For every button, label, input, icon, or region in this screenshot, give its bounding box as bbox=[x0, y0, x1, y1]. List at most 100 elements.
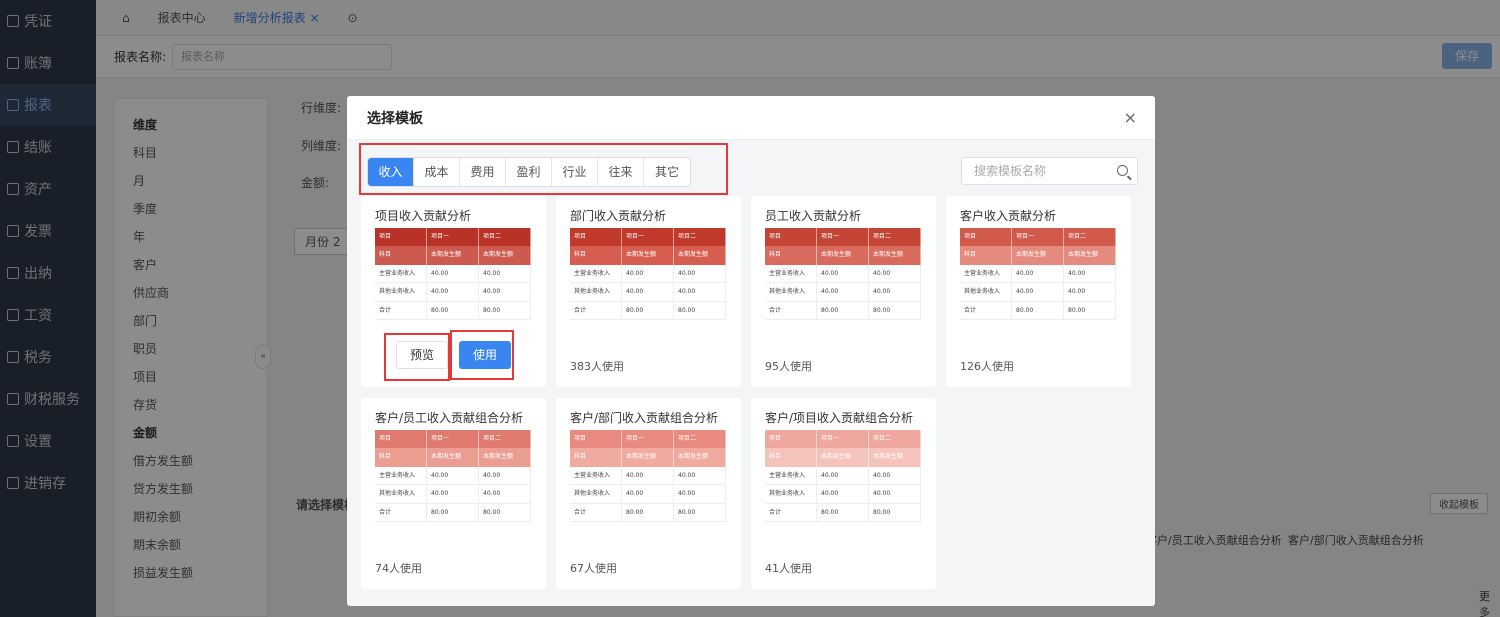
thumb-row: 科目 本期发生额 本期发生额 bbox=[570, 448, 726, 467]
thumb-cell: 科目 bbox=[570, 448, 622, 467]
thumb-row: 其他业务收入 40.00 40.00 bbox=[375, 283, 531, 302]
thumb-cell: 80.00 bbox=[1064, 301, 1116, 320]
thumb-cell: 其他业务收入 bbox=[570, 485, 622, 504]
thumb-cell: 40.00 bbox=[427, 283, 479, 302]
thumb-cell: 40.00 bbox=[1064, 283, 1116, 302]
thumb-cell: 80.00 bbox=[674, 503, 726, 522]
template-title: 项目收入贡献分析 bbox=[375, 209, 472, 223]
thumb-row: 其他业务收入 40.00 40.00 bbox=[960, 283, 1116, 302]
thumb-row: 科目 本期发生额 本期发生额 bbox=[570, 246, 726, 265]
search-placeholder: 搜索模板名称 bbox=[974, 164, 1047, 178]
modal-header: 选择模板 × bbox=[347, 96, 1155, 140]
thumb-cell: 主营业务收入 bbox=[570, 264, 622, 284]
thumb-row: 合计 80.00 80.00 bbox=[765, 503, 921, 522]
thumb-cell: 本期发生额 bbox=[1012, 246, 1064, 265]
thumb-cell: 合计 bbox=[375, 301, 427, 320]
template-card[interactable]: 客户/员工收入贡献组合分析 项目 项目一 项目二 科目 本期发生额 本期发生额 主营业务收入 4… bbox=[361, 398, 546, 589]
close-icon[interactable]: × bbox=[1124, 108, 1137, 127]
template-thumbnail: 项目 项目一 项目二 科目 本期发生额 本期发生额 主营业务收入 40.00 40.00 其他业务… bbox=[375, 228, 531, 320]
thumb-cell: 项目二 bbox=[1064, 228, 1116, 247]
thumb-row: 合计 80.00 80.00 bbox=[375, 503, 531, 522]
thumb-cell: 主营业务收入 bbox=[375, 264, 427, 284]
thumb-cell: 主营业务收入 bbox=[960, 264, 1012, 284]
thumb-cell: 项目一 bbox=[427, 430, 479, 449]
thumb-cell: 40.00 bbox=[674, 283, 726, 302]
thumb-cell: 项目二 bbox=[674, 228, 726, 247]
thumb-cell: 项目二 bbox=[479, 228, 531, 247]
thumb-cell: 40.00 bbox=[622, 485, 674, 504]
template-card[interactable]: 员工收入贡献分析 项目 项目一 项目二 科目 本期发生额 本期发生额 主营业务收入 40.00 4… bbox=[751, 196, 936, 387]
thumb-cell: 项目一 bbox=[817, 228, 869, 247]
thumb-cell: 项目二 bbox=[674, 430, 726, 449]
template-card[interactable]: 部门收入贡献分析 项目 项目一 项目二 科目 本期发生额 本期发生额 主营业务收入 40.00 4… bbox=[556, 196, 741, 387]
thumb-cell: 科目 bbox=[960, 246, 1012, 265]
thumb-cell: 40.00 bbox=[1064, 264, 1116, 284]
thumb-cell: 40.00 bbox=[674, 485, 726, 504]
usage-count: 383人使用 bbox=[570, 360, 624, 373]
thumb-cell: 本期发生额 bbox=[869, 246, 921, 265]
thumb-cell: 主营业务收入 bbox=[570, 466, 622, 486]
thumb-cell: 项目一 bbox=[817, 430, 869, 449]
thumb-row: 合计 80.00 80.00 bbox=[960, 301, 1116, 320]
usage-count: 41人使用 bbox=[765, 562, 812, 575]
thumb-row: 合计 80.00 80.00 bbox=[570, 503, 726, 522]
thumb-cell: 项目一 bbox=[622, 430, 674, 449]
template-thumbnail: 项目 项目一 项目二 科目 本期发生额 本期发生额 主营业务收入 40.00 40.00 其他业务… bbox=[960, 228, 1116, 320]
thumb-cell: 40.00 bbox=[674, 466, 726, 486]
thumb-cell: 项目 bbox=[765, 228, 817, 247]
thumb-cell: 80.00 bbox=[674, 301, 726, 320]
template-card[interactable]: 客户/部门收入贡献组合分析 项目 项目一 项目二 科目 本期发生额 本期发生额 主营业务收入 4… bbox=[556, 398, 741, 589]
thumb-cell: 项目 bbox=[960, 228, 1012, 247]
search-icon[interactable] bbox=[1117, 165, 1128, 176]
thumb-cell: 其他业务收入 bbox=[570, 283, 622, 302]
thumb-row: 其他业务收入 40.00 40.00 bbox=[765, 485, 921, 504]
thumb-cell: 科目 bbox=[570, 246, 622, 265]
thumb-row: 合计 80.00 80.00 bbox=[765, 301, 921, 320]
thumb-cell: 项目 bbox=[375, 430, 427, 449]
thumb-row: 科目 本期发生额 本期发生额 bbox=[765, 448, 921, 467]
thumb-row: 主营业务收入 40.00 40.00 bbox=[765, 264, 921, 284]
thumb-cell: 本期发生额 bbox=[479, 448, 531, 467]
thumb-cell: 本期发生额 bbox=[817, 448, 869, 467]
thumb-cell: 项目 bbox=[375, 228, 427, 247]
thumb-cell: 80.00 bbox=[479, 503, 531, 522]
thumb-row: 主营业务收入 40.00 40.00 bbox=[375, 264, 531, 284]
thumb-cell: 本期发生额 bbox=[674, 448, 726, 467]
thumb-cell: 科目 bbox=[375, 246, 427, 265]
thumb-row: 其他业务收入 40.00 40.00 bbox=[765, 283, 921, 302]
thumb-cell: 本期发生额 bbox=[622, 246, 674, 265]
thumb-cell: 40.00 bbox=[817, 264, 869, 284]
thumb-cell: 项目一 bbox=[622, 228, 674, 247]
thumb-cell: 合计 bbox=[375, 503, 427, 522]
thumb-cell: 40.00 bbox=[427, 466, 479, 486]
thumb-row: 项目 项目一 项目二 bbox=[375, 228, 531, 247]
thumb-cell: 合计 bbox=[765, 301, 817, 320]
highlight-use-box bbox=[450, 330, 514, 380]
thumb-cell: 80.00 bbox=[869, 301, 921, 320]
modal-title: 选择模板 bbox=[367, 110, 423, 127]
thumb-cell: 合计 bbox=[570, 301, 622, 320]
thumb-cell: 本期发生额 bbox=[622, 448, 674, 467]
thumb-cell: 80.00 bbox=[622, 503, 674, 522]
template-card[interactable]: 客户收入贡献分析 项目 项目一 项目二 科目 本期发生额 本期发生额 主营业务收入 40.00 4… bbox=[946, 196, 1131, 387]
template-search-input[interactable]: 搜索模板名称 bbox=[961, 157, 1138, 185]
template-title: 客户/员工收入贡献组合分析 bbox=[375, 411, 524, 425]
thumb-cell: 40.00 bbox=[817, 283, 869, 302]
thumb-cell: 项目二 bbox=[869, 430, 921, 449]
highlight-preview-box bbox=[384, 333, 450, 381]
thumb-cell: 40.00 bbox=[427, 264, 479, 284]
thumb-cell: 科目 bbox=[765, 246, 817, 265]
thumb-cell: 项目 bbox=[570, 430, 622, 449]
thumb-cell: 本期发生额 bbox=[479, 246, 531, 265]
thumb-cell: 40.00 bbox=[869, 466, 921, 486]
thumb-cell: 80.00 bbox=[427, 503, 479, 522]
usage-count: 74人使用 bbox=[375, 562, 422, 575]
thumb-row: 项目 项目一 项目二 bbox=[570, 430, 726, 449]
thumb-row: 其他业务收入 40.00 40.00 bbox=[570, 283, 726, 302]
thumb-cell: 80.00 bbox=[817, 301, 869, 320]
thumb-cell: 40.00 bbox=[869, 283, 921, 302]
thumb-cell: 本期发生额 bbox=[427, 448, 479, 467]
template-card[interactable]: 客户/项目收入贡献组合分析 项目 项目一 项目二 科目 本期发生额 本期发生额 主营业务收入 4… bbox=[751, 398, 936, 589]
thumb-cell: 80.00 bbox=[479, 301, 531, 320]
thumb-cell: 80.00 bbox=[1012, 301, 1064, 320]
